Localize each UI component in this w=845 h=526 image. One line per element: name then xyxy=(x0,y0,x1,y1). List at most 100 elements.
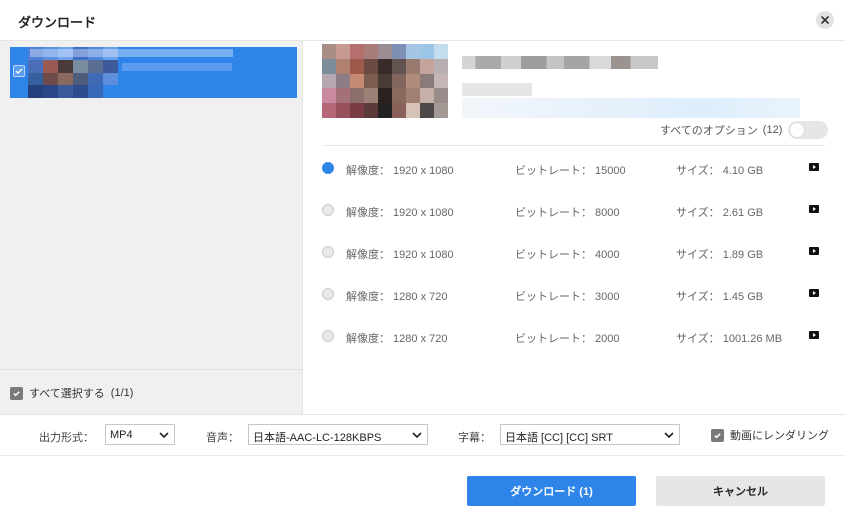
thumbnail-pixel xyxy=(28,72,43,86)
thumbnail-pixel xyxy=(28,59,43,73)
item-checkbox[interactable] xyxy=(13,65,25,77)
resolution-text: 解像度： 1920 x 1080 xyxy=(346,249,454,261)
thumbnail-pixel xyxy=(378,103,392,118)
thumbnail-pixel xyxy=(406,58,420,74)
subtitle-value: 日本語 [CC] [CC] SRT xyxy=(505,432,613,444)
thumbnail-pixel xyxy=(392,88,406,104)
chevron-down-icon xyxy=(412,432,422,439)
thumbnail-pixel xyxy=(434,44,448,59)
thumbnail-pixel xyxy=(336,44,350,59)
thumbnail-pixel xyxy=(364,88,378,104)
options-separator xyxy=(322,145,825,146)
toggle-knob xyxy=(790,123,805,137)
thumbnail-pixel xyxy=(434,58,448,74)
thumbnail-pixel xyxy=(364,73,378,89)
bitrate-text: ビットレート： 15000 xyxy=(515,165,626,177)
video-item-title-redacted xyxy=(30,49,233,57)
radio-button[interactable] xyxy=(322,330,334,342)
thumbnail-pixel xyxy=(392,103,406,118)
thumbnail-pixel xyxy=(434,73,448,89)
thumbnail-pixel xyxy=(322,88,336,104)
audio-value: 日本語-AAC-LC-128KBPS xyxy=(253,432,382,444)
thumbnail-pixel xyxy=(322,103,336,118)
select-all-label: すべて選択する xyxy=(29,388,105,400)
thumbnail-pixel xyxy=(322,58,336,74)
video-list-item[interactable] xyxy=(10,47,297,98)
thumbnail-pixel xyxy=(350,73,364,89)
quality-option[interactable]: 解像度： 1920 x 1080 ビットレート： 8000 サイズ： 2.61 GB xyxy=(322,200,825,220)
video-title-redacted xyxy=(462,56,658,69)
thumbnail-pixel xyxy=(378,58,392,74)
radio-button[interactable] xyxy=(322,204,334,216)
audio-select[interactable]: 日本語-AAC-LC-128KBPS xyxy=(248,424,428,445)
size-text: サイズ： 1.89 GB xyxy=(676,249,764,261)
thumbnail-pixel xyxy=(434,88,448,104)
thumbnail-pixel xyxy=(364,44,378,59)
radio-button[interactable] xyxy=(322,162,334,174)
output-settings-row: 出力形式： MP4 音声： 日本語-AAC-LC-128KBPS 字幕： 日本語… xyxy=(0,415,845,455)
download-button[interactable]: ダウンロード (1) xyxy=(467,476,636,506)
bitrate-text: ビットレート： 8000 xyxy=(515,207,620,219)
thumbnail-pixel xyxy=(434,103,448,118)
thumbnail-pixel xyxy=(406,103,420,118)
thumbnail-pixel xyxy=(364,58,378,74)
thumbnail-pixel xyxy=(73,72,88,86)
thumbnail-pixel xyxy=(103,85,118,98)
size-text: サイズ： 4.10 GB xyxy=(676,165,764,177)
render-label: 動画にレンダリング xyxy=(730,430,829,442)
all-options-row: すべてのオプション (12) xyxy=(660,121,829,139)
bitrate-text: ビットレート： 4000 xyxy=(515,249,620,261)
thumbnail-pixel xyxy=(406,73,420,89)
quality-option[interactable]: 解像度： 1280 x 720 ビットレート： 3000 サイズ： 1.45 GB xyxy=(322,284,825,304)
download-dialog: ダウンロード すべて選択する (1/1) すべてのオプション (12) 解像度：… xyxy=(0,0,845,526)
select-all-count: (1/1) xyxy=(110,387,134,399)
thumbnail-pixel xyxy=(420,44,434,59)
checkbox[interactable] xyxy=(10,386,23,400)
size-text: サイズ： 1001.26 MB xyxy=(676,333,783,345)
thumbnail-pixel xyxy=(73,59,88,73)
resolution-text: 解像度： 1280 x 720 xyxy=(346,291,448,303)
quality-option[interactable]: 解像度： 1920 x 1080 ビットレート： 4000 サイズ： 1.89 GB xyxy=(322,242,825,262)
check-icon xyxy=(13,390,20,396)
format-select[interactable]: MP4 xyxy=(105,424,175,445)
render-to-video-checkbox[interactable]: 動画にレンダリング xyxy=(711,427,829,443)
thumbnail-pixel xyxy=(58,59,73,73)
radio-button[interactable] xyxy=(322,246,334,258)
thumbnail-pixel xyxy=(28,85,43,98)
close-icon xyxy=(821,16,829,24)
thumbnail-pixel xyxy=(73,85,88,98)
audio-label: 音声： xyxy=(206,432,239,444)
thumbnail-pixel xyxy=(392,44,406,59)
check-icon xyxy=(15,68,23,74)
close-button[interactable] xyxy=(816,11,834,29)
subtitle-label: 字幕： xyxy=(458,432,491,444)
thumbnail-pixel xyxy=(420,73,434,89)
checkbox[interactable] xyxy=(711,428,724,442)
thumbnail-pixel xyxy=(103,59,118,73)
select-all-checkbox[interactable]: すべて選択する (1/1) xyxy=(10,386,133,400)
subtitle-select[interactable]: 日本語 [CC] [CC] SRT xyxy=(500,424,680,445)
thumbnail-pixel xyxy=(350,44,364,59)
thumbnail-pixel xyxy=(392,58,406,74)
video-item-subtitle-redacted xyxy=(122,63,232,71)
play-icon[interactable] xyxy=(809,163,819,171)
thumbnail-pixel xyxy=(378,73,392,89)
video-url-redacted xyxy=(462,98,800,118)
quality-option[interactable]: 解像度： 1280 x 720 ビットレート： 2000 サイズ： 1001.26 … xyxy=(322,326,825,346)
radio-button[interactable] xyxy=(322,288,334,300)
thumbnail-pixel xyxy=(406,44,420,59)
thumbnail-pixel xyxy=(88,85,103,98)
resolution-text: 解像度： 1920 x 1080 xyxy=(346,165,454,177)
cancel-button[interactable]: キャンセル xyxy=(656,476,825,506)
thumbnail-pixel xyxy=(378,44,392,59)
thumbnail-pixel xyxy=(58,85,73,98)
play-icon[interactable] xyxy=(809,205,819,213)
all-options-count: (12) xyxy=(762,124,783,136)
play-icon[interactable] xyxy=(809,331,819,339)
quality-option[interactable]: 解像度： 1920 x 1080 ビットレート： 15000 サイズ： 4.10 G… xyxy=(322,158,825,178)
thumbnail-pixel xyxy=(43,85,58,98)
play-icon[interactable] xyxy=(809,247,819,255)
play-icon[interactable] xyxy=(809,289,819,297)
thumbnail-pixel xyxy=(350,103,364,118)
all-options-toggle[interactable] xyxy=(788,121,829,139)
